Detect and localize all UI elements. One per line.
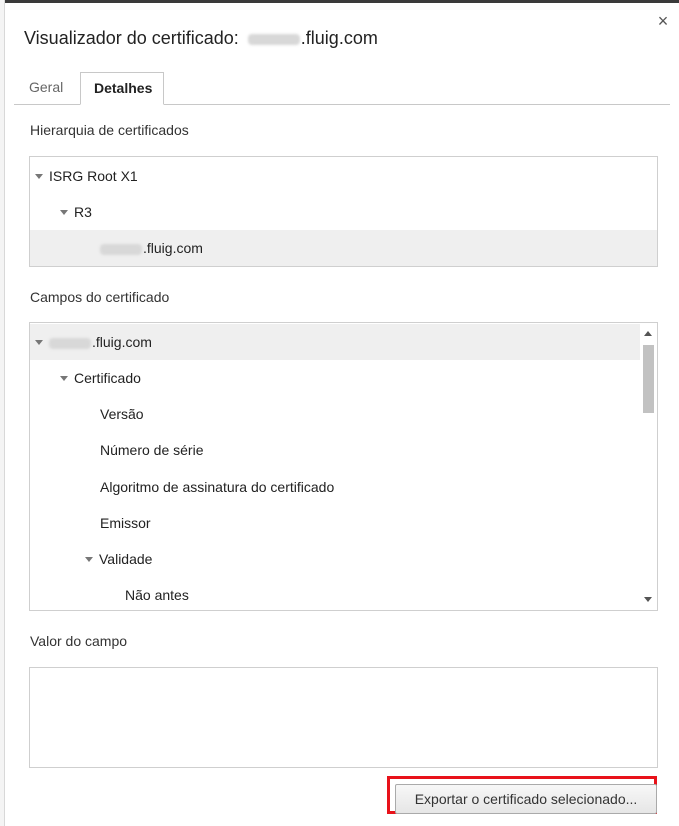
field-item-label: Versão xyxy=(100,406,144,422)
export-certificate-button[interactable]: Exportar o certificado selecionado... xyxy=(395,784,657,814)
fields-scrollbar[interactable] xyxy=(640,323,657,610)
close-icon[interactable]: × xyxy=(655,12,671,30)
field-item-numero-serie[interactable]: Número de série xyxy=(30,432,640,468)
hierarchy-item-isrg-root[interactable]: ISRG Root X1 xyxy=(30,158,657,194)
field-item-versao[interactable]: Versão xyxy=(30,396,640,432)
scroll-up-arrow-icon[interactable] xyxy=(644,331,652,336)
triangle-down-icon[interactable] xyxy=(85,556,93,562)
scroll-down-arrow-icon[interactable] xyxy=(644,597,652,602)
field-item-label: Emissor xyxy=(100,515,151,531)
dialog-title: Visualizador do certificado: .fluig.com xyxy=(24,28,378,49)
hierarchy-item-label: .fluig.com xyxy=(143,240,203,256)
redacted-subdomain xyxy=(49,337,91,349)
hierarchy-item-label: ISRG Root X1 xyxy=(49,168,138,184)
hierarchy-tree[interactable]: ISRG Root X1 R3 .fluig.com xyxy=(29,156,658,267)
triangle-down-icon[interactable] xyxy=(60,375,68,381)
hierarchy-item-site[interactable]: .fluig.com xyxy=(30,230,657,266)
field-item-site[interactable]: .fluig.com xyxy=(30,324,640,360)
fields-label: Campos do certificado xyxy=(30,289,170,305)
hierarchy-label: Hierarquia de certificados xyxy=(30,122,189,138)
tab-detalhes[interactable]: Detalhes xyxy=(80,72,164,105)
redacted-subdomain xyxy=(100,243,142,255)
tab-bar: Geral Detalhes xyxy=(14,72,670,105)
certificate-viewer-dialog: Visualizador do certificado: .fluig.com … xyxy=(5,3,679,826)
field-item-label: Validade xyxy=(99,551,153,567)
triangle-down-icon[interactable] xyxy=(60,209,68,215)
scroll-thumb[interactable] xyxy=(643,345,654,413)
field-value-textarea[interactable] xyxy=(29,667,658,768)
dialog-title-domain: .fluig.com xyxy=(300,28,378,48)
triangle-down-icon[interactable] xyxy=(35,173,43,179)
field-item-label: Número de série xyxy=(100,442,204,458)
field-item-certificado[interactable]: Certificado xyxy=(30,360,640,396)
tab-geral[interactable]: Geral xyxy=(16,72,76,103)
field-item-algoritmo[interactable]: Algoritmo de assinatura do certificado xyxy=(30,469,640,505)
value-label: Valor do campo xyxy=(30,633,128,649)
triangle-down-icon[interactable] xyxy=(35,339,43,345)
field-item-label: Certificado xyxy=(74,370,141,386)
fields-tree[interactable]: .fluig.com Certificado Versão Número de … xyxy=(29,322,658,611)
field-item-emissor[interactable]: Emissor xyxy=(30,505,640,541)
field-item-label: Não antes xyxy=(125,587,189,603)
dialog-title-prefix: Visualizador do certificado: xyxy=(24,28,244,48)
hierarchy-item-label: R3 xyxy=(74,204,92,220)
field-item-nao-antes[interactable]: Não antes xyxy=(30,577,640,610)
field-item-label: .fluig.com xyxy=(92,334,152,350)
redacted-subdomain xyxy=(247,33,300,45)
field-item-validade[interactable]: Validade xyxy=(30,541,640,577)
page: Visualizador do certificado: .fluig.com … xyxy=(0,0,679,826)
field-item-label: Algoritmo de assinatura do certificado xyxy=(100,479,335,495)
hierarchy-item-r3[interactable]: R3 xyxy=(30,194,657,230)
